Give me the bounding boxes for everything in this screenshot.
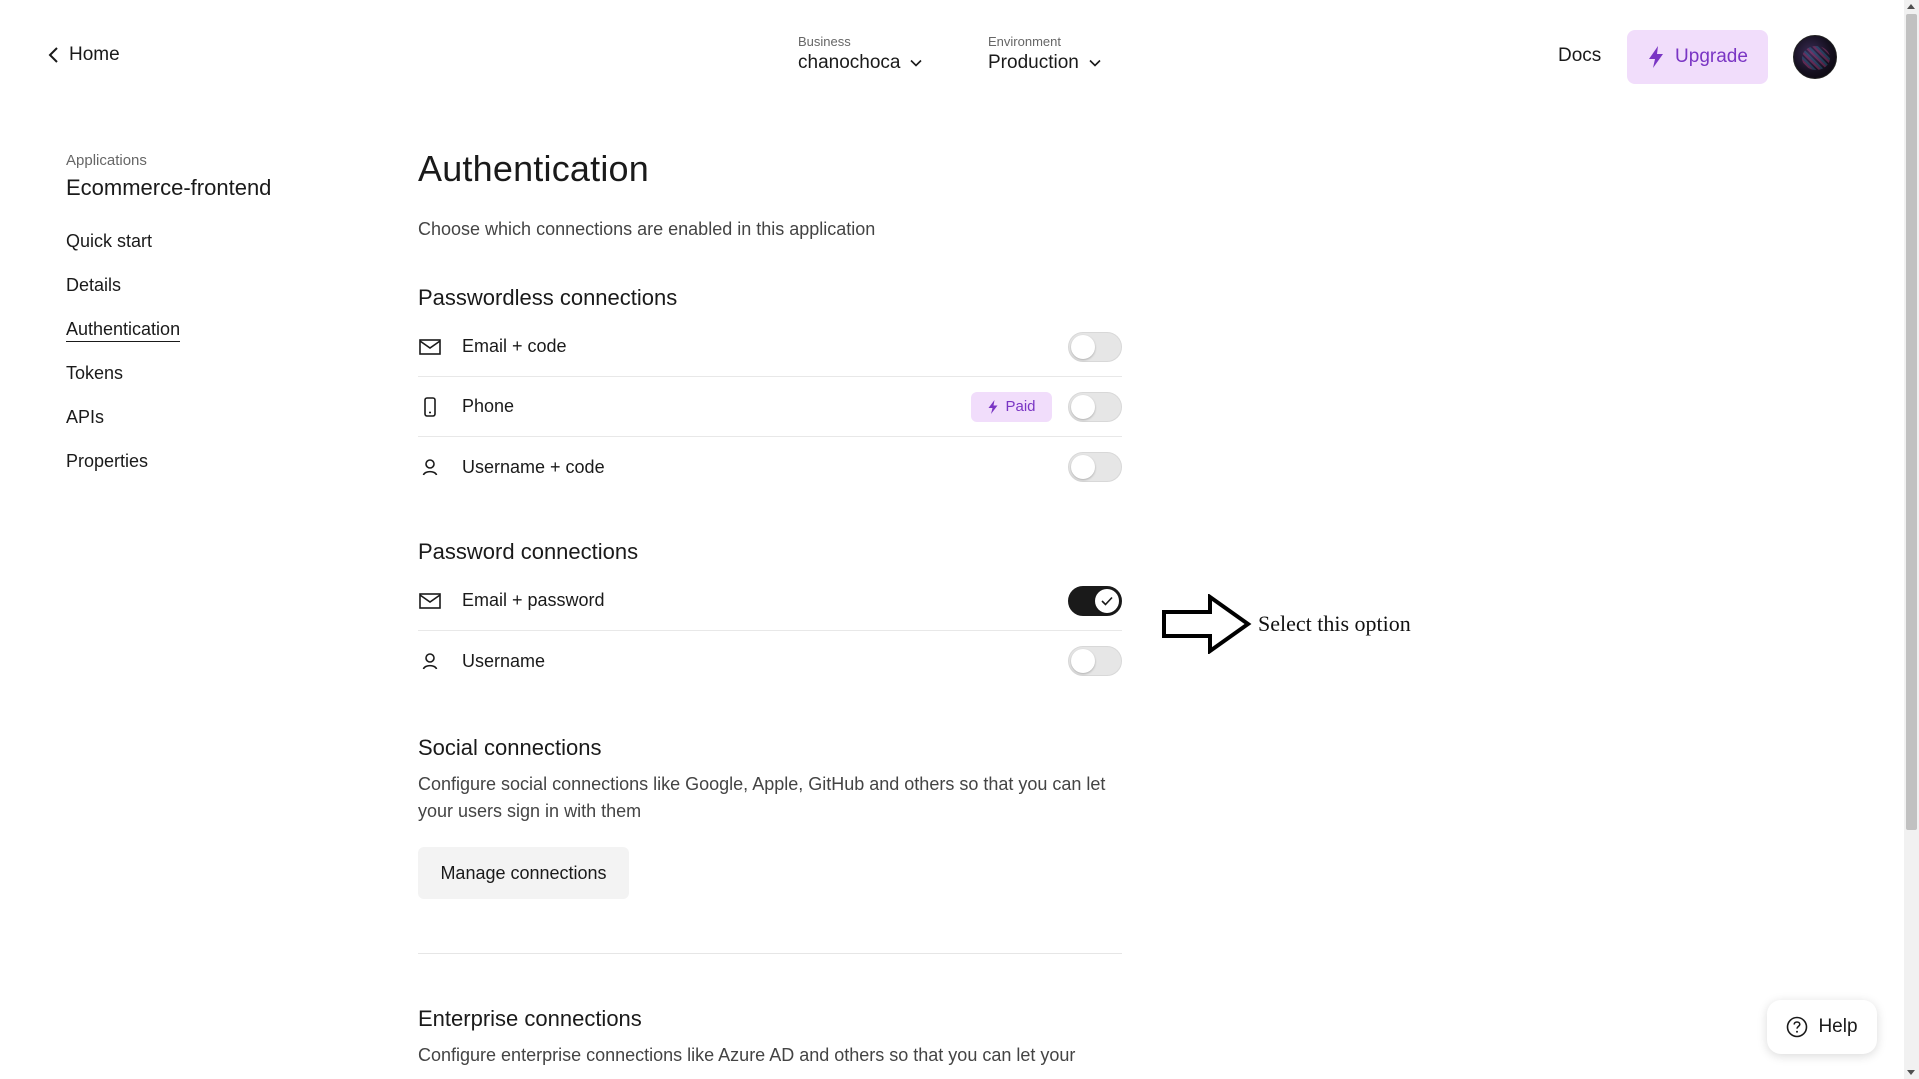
password-list: Email + password Username bbox=[418, 571, 1122, 691]
paid-badge-label: Paid bbox=[1005, 398, 1036, 415]
sidebar-item-details[interactable]: Details bbox=[66, 273, 346, 317]
sidebar-item-label: Details bbox=[66, 275, 122, 295]
docs-link[interactable]: Docs bbox=[1558, 45, 1601, 67]
lightning-icon bbox=[1649, 46, 1664, 68]
sidebar-item-label: Tokens bbox=[66, 363, 124, 383]
scroll-up-icon[interactable] bbox=[1907, 4, 1915, 9]
annotation-text: Select this option bbox=[1258, 611, 1411, 636]
username-toggle[interactable] bbox=[1068, 646, 1122, 676]
email-password-toggle[interactable] bbox=[1068, 585, 1122, 616]
environment-value: Production bbox=[988, 52, 1079, 73]
sidebar-nav: Quick start Details Authentication Token… bbox=[66, 229, 346, 493]
sidebar-item-quick-start[interactable]: Quick start bbox=[66, 229, 346, 273]
connection-label: Phone bbox=[462, 396, 515, 416]
arrow-right-icon bbox=[1162, 594, 1252, 654]
sidebar-item-tokens[interactable]: Tokens bbox=[66, 361, 346, 405]
scroll-down-icon[interactable] bbox=[1907, 1070, 1915, 1075]
sidebar-item-apis[interactable]: APIs bbox=[66, 405, 346, 449]
sidebar: Applications Ecommerce-frontend Quick st… bbox=[66, 152, 346, 493]
environment-label: Environment bbox=[988, 34, 1061, 49]
enterprise-description: Configure enterprise connections like Az… bbox=[418, 1045, 1076, 1065]
toggle-knob bbox=[1071, 455, 1095, 479]
business-label: Business bbox=[798, 34, 851, 49]
chevron-down-icon bbox=[1089, 59, 1101, 67]
toggle-knob bbox=[1071, 394, 1095, 419]
help-button[interactable]: Help bbox=[1767, 1000, 1877, 1054]
enterprise-section-title: Enterprise connections bbox=[418, 1006, 642, 1031]
vertical-scrollbar[interactable] bbox=[1904, 0, 1919, 1079]
social-description: Configure social connections like Google… bbox=[418, 774, 1106, 821]
environment-dropdown[interactable]: Production bbox=[988, 52, 1101, 74]
user-icon bbox=[418, 649, 442, 673]
question-circle-icon bbox=[1787, 1016, 1808, 1038]
connection-label: Username + code bbox=[462, 456, 605, 477]
upgrade-button[interactable]: Upgrade bbox=[1627, 30, 1768, 84]
avatar[interactable] bbox=[1793, 35, 1837, 79]
social-section-title: Social connections bbox=[418, 735, 602, 760]
connection-row-phone: Phone Paid bbox=[418, 377, 1122, 437]
connection-label: Email + code bbox=[462, 336, 567, 356]
annotation-callout: Select this option bbox=[1162, 594, 1411, 654]
page-title: Authentication bbox=[418, 148, 649, 189]
home-link[interactable]: Home bbox=[47, 44, 120, 66]
sidebar-app-title: Ecommerce-frontend bbox=[66, 175, 272, 200]
sidebar-item-label: Quick start bbox=[66, 231, 153, 251]
business-selector[interactable]: Business chanochoca bbox=[798, 34, 923, 74]
mail-icon bbox=[418, 589, 442, 613]
sidebar-item-label: Authentication bbox=[66, 319, 181, 342]
connection-row-email-code: Email + code bbox=[418, 317, 1122, 377]
connection-label: Email + password bbox=[462, 590, 605, 610]
passwordless-section-title: Passwordless connections bbox=[418, 285, 678, 310]
mail-icon bbox=[418, 335, 442, 359]
email-code-toggle[interactable] bbox=[1068, 331, 1122, 362]
scrollbar-thumb[interactable] bbox=[1906, 14, 1917, 830]
chevron-left-icon bbox=[48, 47, 58, 63]
environment-selector[interactable]: Environment Production bbox=[988, 34, 1101, 74]
phone-icon bbox=[418, 395, 442, 419]
connection-row-username-code: Username + code bbox=[418, 437, 1122, 497]
sidebar-item-label: Properties bbox=[66, 451, 149, 471]
connection-row-email-password: Email + password bbox=[418, 571, 1122, 631]
phone-toggle[interactable] bbox=[1068, 391, 1122, 422]
sidebar-item-properties[interactable]: Properties bbox=[66, 449, 346, 493]
check-icon bbox=[1101, 596, 1113, 606]
home-label: Home bbox=[69, 44, 120, 65]
passwordless-list: Email + code Phone Paid Username + code bbox=[418, 317, 1122, 497]
password-section-title: Password connections bbox=[418, 539, 639, 564]
sidebar-caption: Applications bbox=[66, 152, 147, 169]
user-icon bbox=[418, 455, 442, 479]
main-content: Authentication Choose which connections … bbox=[418, 148, 1122, 1069]
toggle-knob bbox=[1095, 588, 1119, 613]
paid-badge: Paid bbox=[971, 391, 1052, 422]
page-description: Choose which connections are enabled in … bbox=[418, 219, 876, 239]
chevron-down-icon bbox=[910, 59, 923, 67]
help-label: Help bbox=[1818, 1016, 1858, 1037]
business-dropdown[interactable]: chanochoca bbox=[798, 52, 923, 74]
username-code-toggle[interactable] bbox=[1068, 452, 1122, 482]
sidebar-item-authentication[interactable]: Authentication bbox=[66, 317, 346, 361]
connection-row-username: Username bbox=[418, 631, 1122, 691]
toggle-knob bbox=[1071, 334, 1095, 359]
business-value: chanochoca bbox=[798, 52, 901, 73]
upgrade-label: Upgrade bbox=[1675, 46, 1748, 67]
divider bbox=[418, 953, 1122, 954]
manage-connections-button[interactable]: Manage connections bbox=[418, 847, 629, 899]
sidebar-item-label: APIs bbox=[66, 407, 105, 427]
connection-label: Username bbox=[462, 650, 546, 671]
toggle-knob bbox=[1071, 649, 1095, 673]
lightning-icon bbox=[988, 399, 998, 414]
